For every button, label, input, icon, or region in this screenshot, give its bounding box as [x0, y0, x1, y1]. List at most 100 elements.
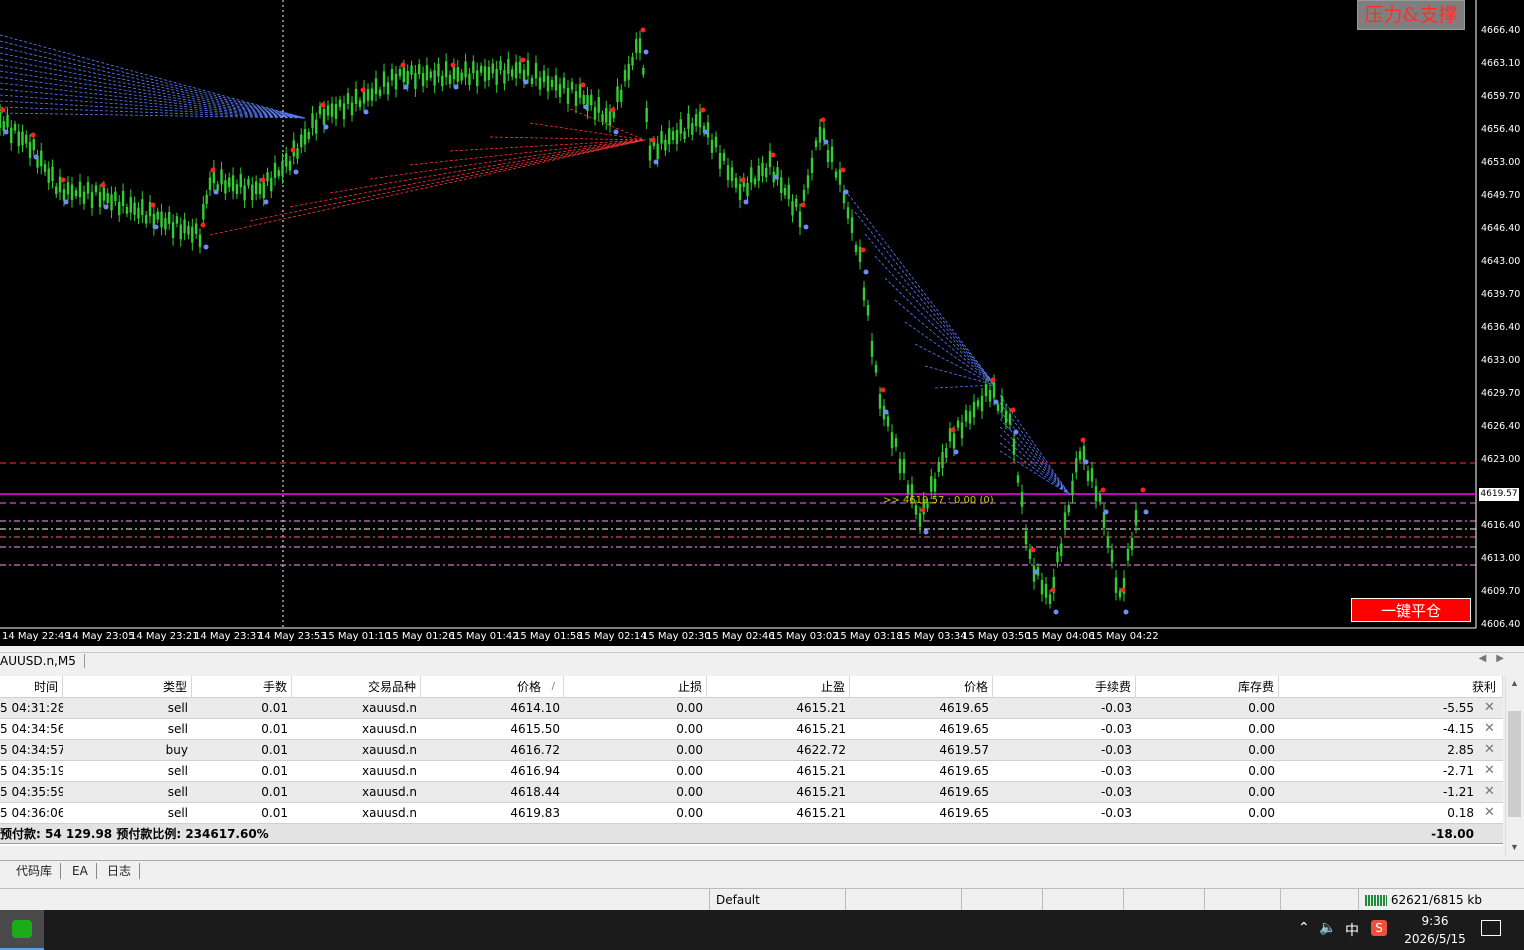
candle-body — [288, 160, 292, 171]
table-row[interactable]: 5 04:34:56 sell 0.01 xauusd.n 4615.50 0.00 461… — [0, 719, 1503, 740]
col-time[interactable]: 时间 — [0, 676, 63, 698]
candle-body — [491, 63, 494, 74]
buy-marker — [453, 84, 459, 90]
scroll-thumb[interactable] — [1508, 711, 1521, 817]
connection-status[interactable]: 62621/6815 kb — [1358, 889, 1524, 911]
table-row[interactable]: 5 04:35:19 sell 0.01 xauusd.n 4616.94 0.00 461… — [0, 761, 1503, 782]
candle-body — [187, 225, 190, 235]
close-position-icon[interactable]: ✕ — [1484, 761, 1495, 781]
candle-body — [627, 63, 630, 80]
candle-body — [378, 89, 382, 96]
sell-marker — [260, 177, 266, 183]
candle-body — [1098, 494, 1102, 502]
col-sl[interactable]: 止损 — [564, 676, 707, 698]
notification-icon[interactable] — [1481, 920, 1501, 936]
col-cur-price[interactable]: 价格 — [850, 676, 993, 698]
buy-marker — [643, 49, 649, 55]
candle-body — [1126, 548, 1130, 561]
buy-marker — [803, 224, 809, 230]
table-cell: 4616.94 — [510, 764, 560, 778]
status-profile[interactable]: Default — [709, 889, 846, 911]
fan-line — [999, 442, 1071, 496]
sell-marker — [800, 202, 806, 208]
sell-marker — [30, 132, 36, 138]
chart-canvas[interactable] — [0, 0, 1524, 646]
fan-line — [569, 108, 646, 141]
table-cell: -0.03 — [1100, 764, 1132, 778]
sell-marker — [320, 102, 326, 108]
sogou-icon[interactable]: S — [1371, 920, 1387, 936]
candle-body — [262, 182, 265, 199]
fan-line — [864, 233, 996, 386]
candle-body — [191, 226, 194, 243]
candle-body — [1114, 577, 1118, 593]
candle-body — [964, 410, 968, 422]
buy-marker — [863, 269, 869, 275]
sell-marker — [610, 107, 616, 113]
clock[interactable]: 9:36 2026/5/15 — [1400, 912, 1470, 948]
wechat-taskbar-button[interactable] — [0, 910, 44, 950]
table-row[interactable]: 5 04:36:06 sell 0.01 xauusd.n 4619.83 0.00 461… — [0, 803, 1503, 824]
ime-indicator[interactable]: 中 — [1345, 920, 1359, 940]
close-all-button[interactable]: 一键平仓 — [1351, 598, 1471, 622]
table-scrollbar[interactable]: ▲ ▼ — [1505, 676, 1523, 856]
candle-body — [1118, 590, 1122, 598]
close-position-icon[interactable]: ✕ — [1484, 803, 1495, 823]
x-tick-label: 15 May 04:06 — [1026, 631, 1095, 642]
table-row[interactable]: 5 04:34:57 buy 0.01 xauusd.n 4616.72 0.00 4622… — [0, 740, 1503, 761]
margin-summary: 预付款: 54 129.98 预付款比例: 234617.60% — [0, 827, 269, 841]
y-tick-label: 4659.70 — [1481, 91, 1521, 102]
table-cell: sell — [167, 701, 188, 715]
candle-body — [66, 182, 70, 195]
col-profit[interactable]: 获利 — [1279, 676, 1503, 698]
candle-body — [448, 74, 452, 84]
close-position-icon[interactable]: ✕ — [1484, 719, 1495, 739]
chart-tab[interactable]: AUUSD.n,M5 — [0, 654, 85, 668]
scroll-up-icon[interactable]: ▲ — [1510, 678, 1519, 688]
tab-ea[interactable]: EA — [64, 863, 97, 879]
close-position-icon[interactable]: ✕ — [1484, 782, 1495, 802]
candle-body — [511, 69, 514, 77]
col-symbol[interactable]: 交易品种 — [292, 676, 421, 698]
candle-body — [350, 102, 354, 116]
volume-icon[interactable]: 🔈 — [1319, 920, 1336, 936]
candle-body — [17, 131, 20, 147]
col-price[interactable]: 价格 / — [421, 676, 564, 698]
candle-body — [74, 190, 78, 197]
tab-codebase[interactable]: 代码库 — [8, 863, 62, 879]
candle-body — [358, 100, 362, 108]
candle-body — [642, 68, 645, 75]
candle-body — [429, 71, 432, 78]
chevron-up-icon[interactable]: ⌃ — [1298, 920, 1310, 936]
sell-marker — [1030, 547, 1036, 553]
close-position-icon[interactable]: ✕ — [1484, 698, 1495, 718]
support-resistance-button[interactable]: 压力&支撑 — [1357, 0, 1465, 30]
price-chart[interactable]: 压力&支撑 一键平仓 >> 4619.57 : 0.00 (0) 4619.57… — [0, 0, 1524, 646]
candle-body — [258, 183, 262, 195]
table-row[interactable]: 5 04:31:28 sell 0.01 xauusd.n 4614.10 0.00 461… — [0, 698, 1503, 719]
candle-body — [605, 108, 608, 123]
candle-body — [850, 217, 854, 233]
col-type[interactable]: 类型 — [63, 676, 192, 698]
col-lots[interactable]: 手数 — [192, 676, 292, 698]
table-row[interactable]: 5 04:35:59 sell 0.01 xauusd.n 4618.44 0.00 461… — [0, 782, 1503, 803]
col-tp[interactable]: 止盈 — [707, 676, 850, 698]
close-position-icon[interactable]: ✕ — [1484, 740, 1495, 760]
scroll-down-icon[interactable]: ▼ — [1510, 842, 1519, 852]
y-tick-label: 4613.00 — [1481, 553, 1521, 564]
col-commission[interactable]: 手续费 — [993, 676, 1136, 698]
wechat-icon — [12, 920, 32, 938]
candle-body — [374, 78, 378, 94]
candle-body — [303, 128, 307, 145]
candle-body — [98, 192, 102, 208]
y-tick-label: 4629.70 — [1481, 388, 1521, 399]
candle-body — [862, 287, 866, 301]
y-tick-label: 4606.40 — [1481, 619, 1521, 630]
price-note: >> 4619.57 : 0.00 (0) — [883, 495, 994, 506]
table-cell: 4616.72 — [510, 743, 560, 757]
fan-line — [329, 139, 646, 194]
candle-body — [285, 153, 288, 167]
col-swap[interactable]: 库存费 — [1136, 676, 1279, 698]
tab-scroll-arrows[interactable]: ◀▶ — [1479, 653, 1514, 664]
tab-journal[interactable]: 日志 — [99, 863, 141, 879]
